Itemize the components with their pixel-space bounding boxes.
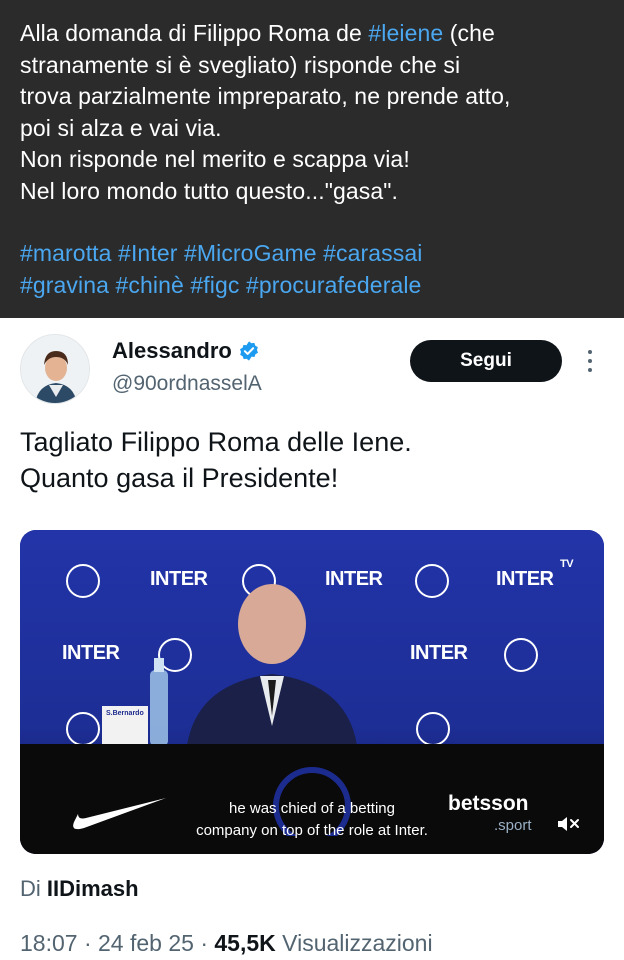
views-label: Visualizzazioni bbox=[282, 930, 433, 956]
cropped-header bbox=[30, 0, 70, 6]
quoted-text-line: trova parzialmente impreparato, ne prend… bbox=[20, 81, 604, 113]
author-username[interactable]: @90ordnasselA bbox=[112, 372, 262, 396]
speaker-figure bbox=[186, 584, 358, 754]
inter-tv-mark: TV bbox=[560, 558, 574, 570]
quoted-post-text: Alla domanda di Filippo Roma de #leiene … bbox=[20, 18, 604, 207]
verified-badge-icon bbox=[239, 341, 258, 361]
sponsor-logo: betsson bbox=[448, 792, 529, 815]
quoted-text-segment: stranamente si è svegliato) risponde che… bbox=[20, 51, 461, 78]
tweet-card: Alessandro @90ordnasselA Segui Tagliato … bbox=[0, 318, 624, 960]
hashtag-link[interactable]: #leiene bbox=[368, 20, 443, 46]
avatar[interactable] bbox=[20, 334, 90, 404]
tweet-date[interactable]: 24 feb 25 bbox=[98, 930, 194, 956]
more-options-icon[interactable] bbox=[580, 346, 600, 376]
author-name-row[interactable]: Alessandro bbox=[112, 338, 260, 364]
quoted-text-segment: (che bbox=[443, 20, 495, 46]
via-username[interactable]: IIDimash bbox=[47, 876, 139, 901]
quoted-text-line: Nel loro mondo tutto questo..."gasa". bbox=[20, 176, 604, 208]
quoted-post: Alla domanda di Filippo Roma de #leiene … bbox=[0, 0, 624, 318]
follow-button[interactable]: Segui bbox=[410, 340, 562, 382]
quoted-text-segment: trova parzialmente impreparato, ne prend… bbox=[20, 83, 511, 109]
tweet-time[interactable]: 18:07 bbox=[20, 930, 78, 956]
quoted-text-segment: Alla domanda di Filippo Roma de bbox=[20, 20, 369, 46]
quoted-text-segment: poi si alza e vai via. bbox=[20, 114, 222, 141]
video-player[interactable]: INTER INTER INTER TV INTER INTER S.Berna… bbox=[20, 530, 604, 854]
meta-separator: · bbox=[83, 930, 92, 956]
inter-logo-icon bbox=[66, 712, 100, 746]
quoted-text-line: poi si alza e vai via. bbox=[20, 113, 604, 145]
tweet-text: Tagliato Filippo Roma delle Iene. Quanto… bbox=[20, 424, 412, 496]
quoted-text-segment: Nel loro mondo tutto questo..."gasa". bbox=[20, 177, 399, 204]
tweet-text-line-2: Quanto gasa il Presidente! bbox=[20, 463, 339, 493]
hashtag-line-1[interactable]: #marotta #Inter #MicroGame #carassai bbox=[20, 238, 604, 270]
inter-logo-icon bbox=[66, 564, 100, 598]
wall-text: INTER bbox=[410, 642, 468, 664]
inter-logo-icon bbox=[415, 564, 449, 598]
bottle-label: S.Bernardo bbox=[106, 710, 144, 717]
hashtag-line-2[interactable]: #gravina #chinè #figc #procurafederale bbox=[20, 270, 604, 302]
meta-separator: · bbox=[200, 930, 208, 956]
tweet-meta: 18:07 · 24 feb 25 · 45,5K Visualizzazion… bbox=[20, 930, 433, 957]
mute-icon[interactable] bbox=[556, 814, 582, 834]
inter-logo-icon bbox=[416, 712, 450, 746]
quoted-text-segment: Non risponde nel merito e scappa via! bbox=[20, 146, 410, 172]
wall-text: INTER bbox=[496, 568, 554, 590]
tweet-text-line-1: Tagliato Filippo Roma delle Iene. bbox=[20, 427, 412, 457]
quoted-text-line: Non risponde nel merito e scappa via! bbox=[20, 144, 604, 176]
inter-logo-icon bbox=[504, 638, 538, 672]
quoted-text-line: stranamente si è svegliato) risponde che… bbox=[20, 50, 604, 82]
sponsor-sub: .sport bbox=[494, 817, 532, 834]
views-count: 45,5K bbox=[214, 930, 276, 956]
via-attribution: Di IIDimash bbox=[20, 876, 139, 902]
quoted-text-line: Alla domanda di Filippo Roma de #leiene … bbox=[20, 18, 604, 50]
author-name[interactable]: Alessandro bbox=[112, 338, 232, 364]
via-prefix: Di bbox=[20, 876, 47, 901]
